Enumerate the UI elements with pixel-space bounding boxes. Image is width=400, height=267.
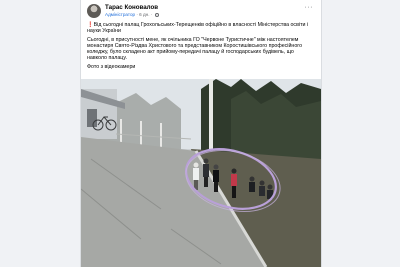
globe-icon (154, 12, 159, 17)
meta-separator: · (150, 12, 154, 17)
post-text: ❗Від сьогодні палац Грохольських-Терещен… (87, 22, 315, 72)
facebook-post: Тарас Коновалов Адміністратор · 6 дн. · … (80, 0, 322, 267)
avatar[interactable] (87, 4, 101, 18)
post-paragraph: ❗Від сьогодні палац Грохольських-Терещен… (87, 22, 315, 35)
more-icon[interactable]: ··· (305, 4, 314, 11)
post-header: Тарас Коновалов Адміністратор · 6 дн. · … (87, 4, 315, 20)
post-paragraph-1: Від сьогодні палац Грохольських-Терещенк… (87, 22, 309, 35)
cctv-photo (81, 79, 321, 267)
author-role[interactable]: Адміністратор (105, 12, 135, 17)
post-photo[interactable] (81, 79, 321, 267)
author-name[interactable]: Тарас Коновалов (105, 4, 158, 11)
exclamation-icon: ❗ (87, 22, 94, 28)
post-paragraph-3: Фото з відеокамери (87, 63, 136, 70)
post-meta: Адміністратор · 6 дн. · (105, 12, 159, 17)
post-paragraph-2: Сьогодні, в присутності мене, як очільни… (87, 36, 303, 62)
post-time[interactable]: 6 дн. (139, 12, 149, 17)
